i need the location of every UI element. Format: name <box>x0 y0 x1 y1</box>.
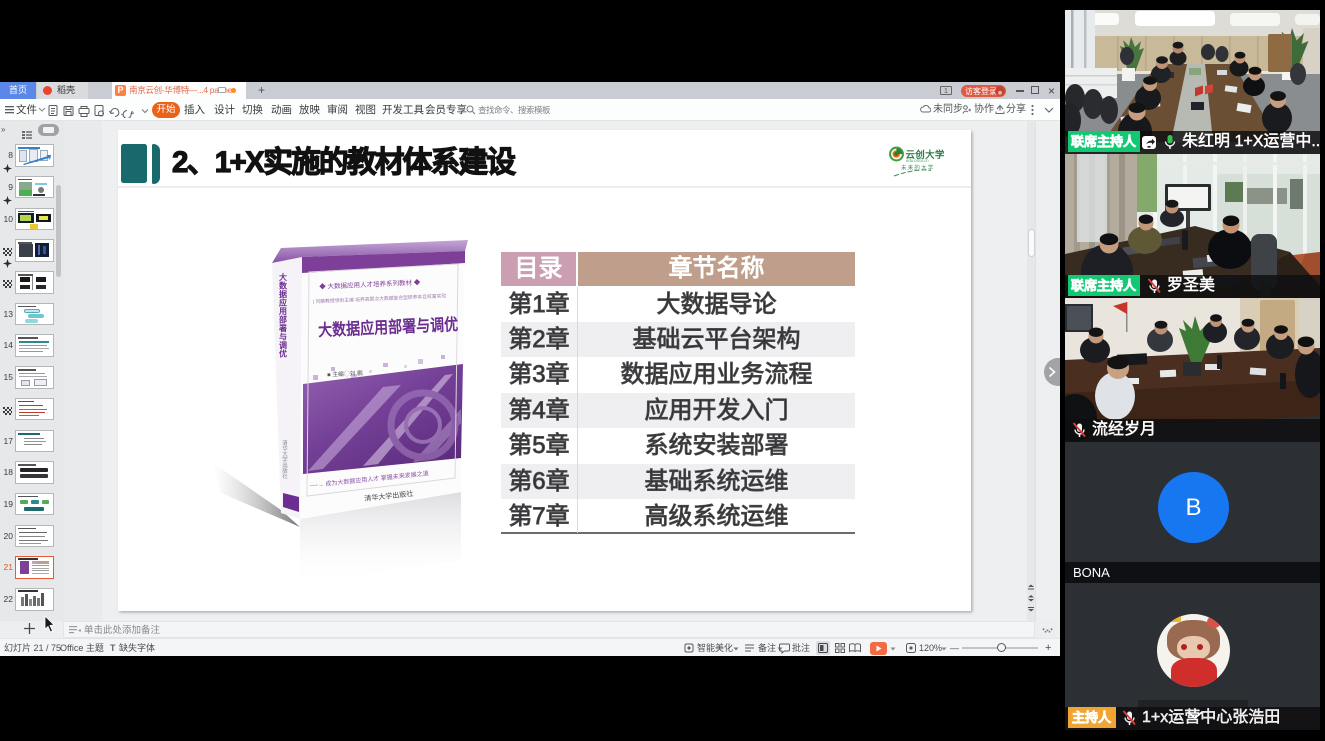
svg-text:大数据应用部署与调优: 大数据应用部署与调优 <box>278 272 288 359</box>
svg-text:edu.cstor.cn: edu.cstor.cn <box>906 158 929 163</box>
svg-text:清华大学出版社: 清华大学出版社 <box>281 439 288 480</box>
